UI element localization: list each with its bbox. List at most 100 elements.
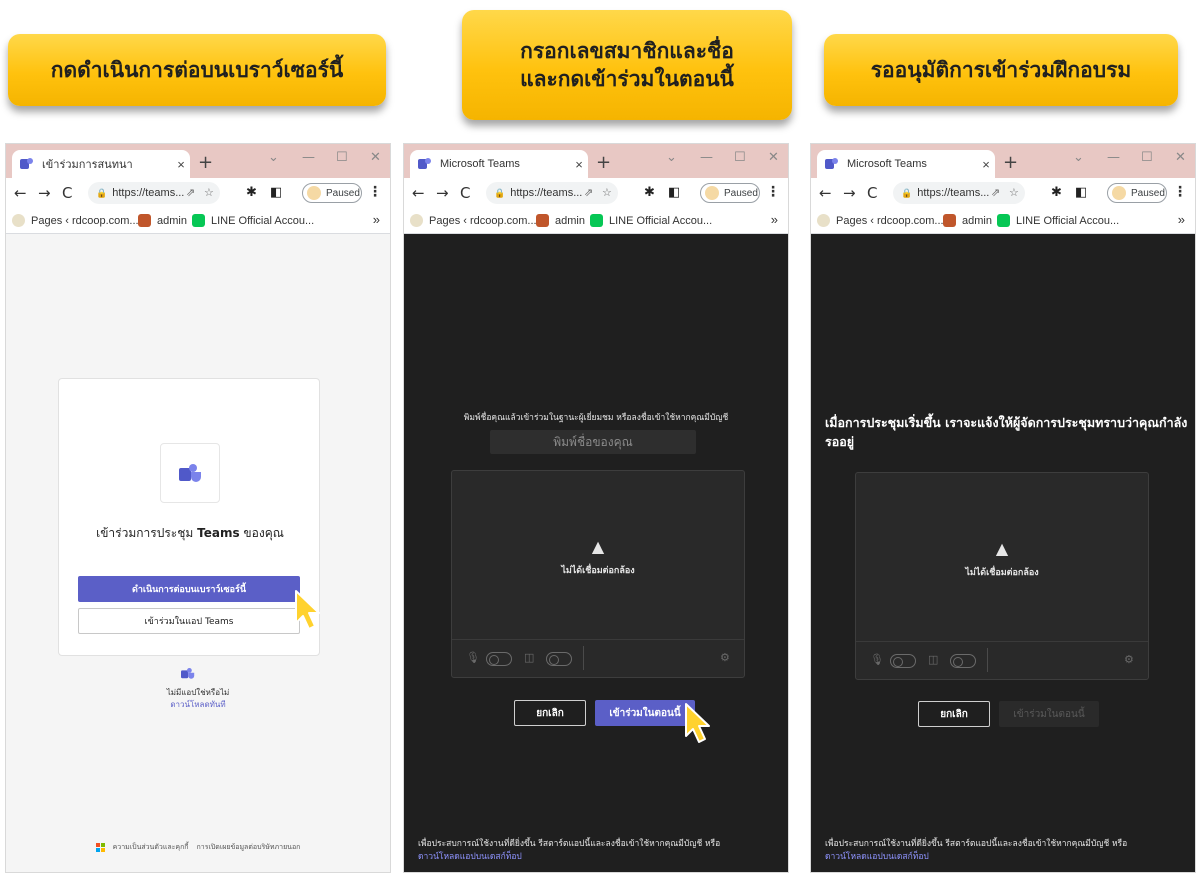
new-tab-button[interactable]: + [596,152,611,173]
step-1-banner: กดดำเนินการต่อบนเบราว์เซอร์นี้ [8,34,386,106]
browser-tab[interactable]: Microsoft Teams × [410,150,588,178]
close-icon[interactable]: × [172,157,190,172]
menu-icon[interactable]: ⋮ [766,184,780,200]
bookmark-admin[interactable]: admin [943,214,992,227]
minimize-icon[interactable]: — [302,150,315,165]
cancel-button[interactable]: ยกเลิก [918,701,990,727]
footer: ความเป็นส่วนตัวและคุกกี้ การเปิดเผยข้อมู… [6,842,390,853]
guest-prompt: พิมพ์ชื่อคุณแล้วเข้าร่วมในฐานะผู้เยี่ยมช… [463,413,729,423]
chevron-down-icon[interactable]: ⌄ [268,150,279,165]
more-bookmarks-icon[interactable]: » [771,212,778,227]
bookmark-admin[interactable]: admin [138,214,187,227]
reload-icon[interactable]: C [62,184,72,202]
bookmark-line[interactable]: LINE Official Accou... [192,214,314,227]
profile-paused-button[interactable]: Paused [302,183,362,203]
bookmark-line[interactable]: LINE Official Accou... [997,214,1119,227]
tab-strip: Microsoft Teams × + ⌄ — ☐ ✕ [811,144,1195,178]
download-desktop-link[interactable]: ดาวน์โหลดแอปบนเดสก์ท็อป [825,851,1185,864]
extensions-icon[interactable]: ✱ [644,185,655,200]
paused-label: Paused [326,187,360,199]
profile-paused-button[interactable]: Paused [1107,183,1167,203]
browser-tab[interactable]: เข้าร่วมการสนทนา × [12,150,190,178]
window-close-icon[interactable]: ✕ [1175,150,1186,165]
bookmark-pages[interactable]: Pages ‹ rdcoop.com... [410,214,537,227]
cancel-button[interactable]: ยกเลิก [514,700,586,726]
back-icon[interactable]: ← [14,184,27,202]
bookmark-pages[interactable]: Pages ‹ rdcoop.com... [12,214,139,227]
forward-icon[interactable]: → [436,184,449,202]
av-controls: 🎙 ◫ ⚙ [856,641,1148,679]
close-icon[interactable]: × [570,157,588,172]
maximize-icon[interactable]: ☐ [734,150,746,165]
new-tab-button[interactable]: + [1003,152,1018,173]
extensions-icon[interactable]: ✱ [246,185,257,200]
bookmark-admin[interactable]: admin [536,214,585,227]
download-desktop-link[interactable]: ดาวน์โหลดแอปบนเดสก์ท็อป [418,851,778,864]
maximize-icon[interactable]: ☐ [336,150,348,165]
reload-icon[interactable]: C [460,184,470,202]
profile-paused-button[interactable]: Paused [700,183,760,203]
back-icon[interactable]: ← [412,184,425,202]
step-1-label: กดดำเนินการต่อบนเบราว์เซอร์นี้ [50,58,344,82]
bookmark-line[interactable]: LINE Official Accou... [590,214,712,227]
browser-panel-2: Microsoft Teams × + ⌄ — ☐ ✕ ← → C 🔒 http… [403,143,789,873]
settings-icon[interactable]: ⚙ [720,651,730,664]
star-icon[interactable]: ☆ [602,186,612,199]
share-icon[interactable]: ⇗ [584,186,593,199]
toolbar: ← → C 🔒 https://teams... ⇗ ☆ ✱ ◧ Paused … [811,178,1195,208]
chevron-down-icon[interactable]: ⌄ [666,150,677,165]
mic-toggle[interactable] [486,652,512,666]
warning-icon: ▲ [995,539,1009,558]
chevron-down-icon[interactable]: ⌄ [1073,150,1084,165]
window-close-icon[interactable]: ✕ [768,150,779,165]
bottom-note: เพื่อประสบการณ์ใช้งานที่ดียิ่งขึ้น รีสตา… [825,838,1185,864]
maximize-icon[interactable]: ☐ [1141,150,1153,165]
more-bookmarks-icon[interactable]: » [1178,212,1185,227]
window-close-icon[interactable]: ✕ [370,150,381,165]
download-now-link[interactable]: ดาวน์โหลดทันที [6,698,390,711]
camera-toggle[interactable] [546,652,572,666]
share-icon[interactable]: ⇗ [991,186,1000,199]
settings-icon[interactable]: ⚙ [1124,653,1134,666]
close-icon[interactable]: × [977,157,995,172]
pointer-cursor-icon [295,590,320,630]
waiting-heading: เมื่อการประชุมเริ่มขึ้น เราจะแจ้งให้ผู้จ… [825,415,1188,449]
forward-icon[interactable]: → [38,184,51,202]
privacy-link[interactable]: ความเป็นส่วนตัวและคุกกี้ [113,842,189,853]
card-title: เข้าร่วมการประชุม Teams ของคุณ [79,525,301,541]
address-bar[interactable]: 🔒 https://teams... ⇗ ☆ [486,182,618,204]
sidepanel-icon[interactable]: ◧ [1075,185,1087,200]
reload-icon[interactable]: C [867,184,877,202]
bottom-note: เพื่อประสบการณ์ใช้งานที่ดียิ่งขึ้น รีสตา… [418,838,778,864]
browser-tab[interactable]: Microsoft Teams × [817,150,995,178]
share-icon[interactable]: ⇗ [186,186,195,199]
camera-toggle[interactable] [950,654,976,668]
forward-icon[interactable]: → [843,184,856,202]
star-icon[interactable]: ☆ [1009,186,1019,199]
sidepanel-icon[interactable]: ◧ [668,185,680,200]
more-bookmarks-icon[interactable]: » [373,212,380,227]
bookmark-pages[interactable]: Pages ‹ rdcoop.com... [817,214,944,227]
step-2-label: กรอกเลขสมาชิกและชื่อ และกดเข้าร่วมในตอนน… [520,39,734,91]
video-preview: ▲ ไม่ได้เชื่อมต่อกล้อง 🎙 ◫ ⚙ [855,472,1149,680]
sidepanel-icon[interactable]: ◧ [270,185,282,200]
menu-icon[interactable]: ⋮ [368,184,382,200]
address-bar[interactable]: 🔒 https://teams... ⇗ ☆ [88,182,220,204]
new-tab-button[interactable]: + [198,152,213,173]
join-card: เข้าร่วมการประชุม Teams ของคุณ ดำเนินการ… [58,378,320,656]
star-icon[interactable]: ☆ [204,186,214,199]
minimize-icon[interactable]: — [700,150,713,165]
continue-in-browser-button[interactable]: ดำเนินการต่อบนเบราว์เซอร์นี้ [78,576,300,602]
name-input[interactable]: พิมพ์ชื่อของคุณ [490,430,696,454]
step-3-banner: รออนุมัติการเข้าร่วมฝึกอบรม [824,34,1178,106]
extensions-icon[interactable]: ✱ [1051,185,1062,200]
camera-status: ไม่ได้เชื่อมต่อกล้อง [561,566,635,576]
back-icon[interactable]: ← [819,184,832,202]
minimize-icon[interactable]: — [1107,150,1120,165]
join-in-app-button[interactable]: เข้าร่วมในแอป Teams [78,608,300,634]
third-party-link[interactable]: การเปิดเผยข้อมูลต่อบริษัทภายนอก [197,842,301,853]
mic-toggle[interactable] [890,654,916,668]
step-2-banner: กรอกเลขสมาชิกและชื่อ และกดเข้าร่วมในตอนน… [462,10,792,120]
address-bar[interactable]: 🔒 https://teams... ⇗ ☆ [893,182,1025,204]
menu-icon[interactable]: ⋮ [1173,184,1187,200]
